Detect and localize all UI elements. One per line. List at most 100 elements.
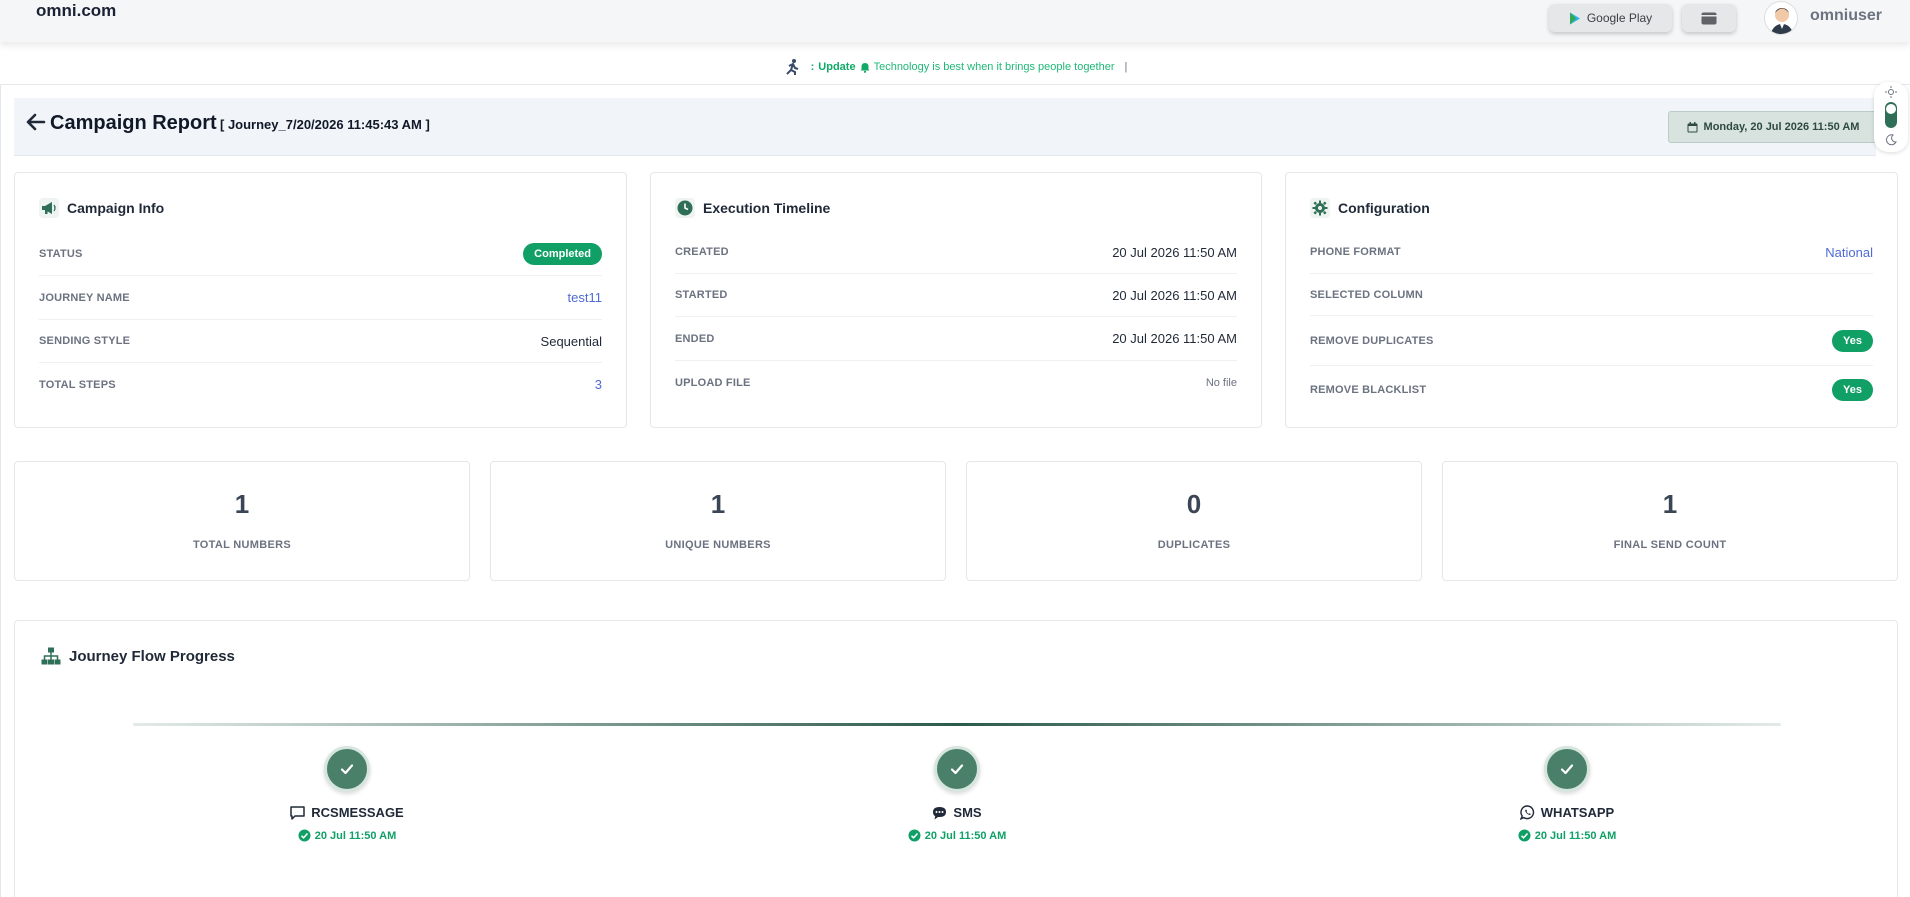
stat-value: 0 xyxy=(1186,489,1202,519)
status-row: STATUS Completed xyxy=(39,233,602,276)
phone-format-row: PHONE FORMAT National xyxy=(1310,231,1873,274)
journey-title: Journey Flow Progress xyxy=(69,647,235,665)
back-arrow-icon[interactable] xyxy=(26,112,46,132)
total-steps-value: 3 xyxy=(594,377,602,392)
ticker-cursor: | xyxy=(1124,61,1128,73)
journey-step-rcsmessage[interactable]: RCSMESSAGE 20 Jul 11:50 AM xyxy=(227,746,467,842)
ticker-message: Technology is best when it brings people… xyxy=(873,61,1115,73)
remove-blacklist-key: REMOVE BLACKLIST xyxy=(1310,384,1427,396)
wallet-button[interactable] xyxy=(1682,4,1736,32)
upload-file-value: No file xyxy=(1205,376,1237,389)
calendar-icon xyxy=(1687,121,1698,132)
step-name: WHATSAPP xyxy=(1540,805,1615,820)
ticker-update-label: Update xyxy=(818,61,856,73)
execution-timeline-card: Execution Timeline CREATED 20 Jul 2026 1… xyxy=(650,172,1262,428)
moon-icon xyxy=(1886,134,1897,146)
started-row: STARTED 20 Jul 2026 11:50 AM xyxy=(675,274,1237,317)
step-time: 20 Jul 11:50 AM xyxy=(1534,829,1617,842)
created-value: 20 Jul 2026 11:50 AM xyxy=(1112,244,1237,260)
page-title: Campaign Report xyxy=(50,112,217,134)
started-key: STARTED xyxy=(675,289,728,301)
ended-key: ENDED xyxy=(675,332,715,345)
ended-row: ENDED 20 Jul 2026 11:50 AM xyxy=(675,317,1237,361)
phone-format-key: PHONE FORMAT xyxy=(1310,246,1401,258)
app-logo[interactable]: omni.com xyxy=(36,1,116,21)
megaphone-icon xyxy=(39,198,59,218)
ended-value: 20 Jul 2026 11:50 AM xyxy=(1112,331,1237,346)
stat-value: 1 xyxy=(234,489,250,519)
created-key: CREATED xyxy=(675,246,729,258)
username[interactable]: omniuser xyxy=(1810,7,1882,25)
selected-column-key: SELECTED COLUMN xyxy=(1310,288,1423,301)
flow-progress-line xyxy=(133,723,1781,726)
remove-blacklist-row: REMOVE BLACKLIST Yes xyxy=(1310,366,1873,414)
check-circle-icon xyxy=(1518,829,1531,842)
remove-duplicates-badge: Yes xyxy=(1832,329,1873,352)
upload-file-row: UPLOAD FILE No file xyxy=(675,361,1237,404)
google-play-icon xyxy=(1569,12,1580,24)
sms-icon xyxy=(933,806,947,819)
stat-total-numbers: 1 TOTAL NUMBERS xyxy=(14,461,470,581)
stat-value: 1 xyxy=(710,489,726,519)
runner-icon xyxy=(785,59,798,75)
theme-toggle-track[interactable] xyxy=(1885,102,1897,128)
bell-icon xyxy=(860,62,870,73)
chat-bubble-icon xyxy=(290,805,306,820)
configuration-card: Configuration PHONE FORMAT National SELE… xyxy=(1285,172,1898,428)
step-check-icon xyxy=(934,746,980,792)
remove-duplicates-row: REMOVE DUPLICATES Yes xyxy=(1310,316,1873,366)
selected-column-row: SELECTED COLUMN xyxy=(1310,274,1873,316)
gear-icon xyxy=(1310,198,1330,218)
step-time: 20 Jul 11:50 AM xyxy=(924,829,1007,842)
journey-flow-card: Journey Flow Progress RCSMESSAGE 20 Jul … xyxy=(14,620,1898,897)
google-play-label: Google Play xyxy=(1586,11,1653,25)
sending-style-row: SENDING STYLE Sequential xyxy=(39,320,602,363)
theme-toggle-knob[interactable] xyxy=(1886,104,1896,114)
step-time: 20 Jul 11:50 AM xyxy=(314,829,397,842)
execution-timeline-title: Execution Timeline xyxy=(703,200,831,216)
created-row: CREATED 20 Jul 2026 11:50 AM xyxy=(675,231,1237,274)
status-badge: Completed xyxy=(523,243,602,265)
total-steps-key: TOTAL STEPS xyxy=(39,378,116,391)
journey-step-whatsapp[interactable]: WHATSAPP 20 Jul 11:50 AM xyxy=(1447,746,1687,842)
check-circle-icon xyxy=(908,829,921,842)
step-check-icon xyxy=(324,746,370,792)
configuration-title: Configuration xyxy=(1338,200,1430,216)
phone-format-value: National xyxy=(1825,244,1873,260)
sitemap-icon xyxy=(41,647,61,665)
stat-final-send-count: 1 FINAL SEND COUNT xyxy=(1442,461,1898,581)
date-chip: Monday, 20 Jul 2026 11:50 AM xyxy=(1668,111,1878,143)
stat-value: 1 xyxy=(1662,489,1678,519)
journey-step-sms[interactable]: SMS 20 Jul 11:50 AM xyxy=(837,746,1077,842)
whatsapp-icon xyxy=(1519,805,1534,820)
journey-name-value[interactable]: test11 xyxy=(568,290,602,305)
sending-style-key: SENDING STYLE xyxy=(39,335,131,347)
top-bar: omni.com Google Play omniuser xyxy=(0,0,1910,42)
theme-toggle[interactable] xyxy=(1874,82,1908,152)
total-steps-row: TOTAL STEPS 3 xyxy=(39,363,602,406)
campaign-info-title: Campaign Info xyxy=(67,200,165,216)
ticker-prefix: : xyxy=(810,61,815,73)
step-check-icon xyxy=(1544,746,1590,792)
stat-label: FINAL SEND COUNT xyxy=(1613,539,1727,551)
stat-label: UNIQUE NUMBERS xyxy=(665,539,771,551)
journey-name-key: JOURNEY NAME xyxy=(39,291,130,304)
update-ticker: : Update Technology is best when it brin… xyxy=(0,56,1910,78)
stat-label: DUPLICATES xyxy=(1157,539,1231,551)
campaign-info-card: Campaign Info STATUS Completed JOURNEY N… xyxy=(14,172,627,428)
clock-icon xyxy=(675,198,695,218)
google-play-button[interactable]: Google Play xyxy=(1549,4,1672,32)
started-value: 20 Jul 2026 11:50 AM xyxy=(1112,287,1237,303)
sun-icon xyxy=(1885,86,1897,98)
sending-style-value: Sequential xyxy=(540,333,602,349)
stat-label: TOTAL NUMBERS xyxy=(192,539,291,551)
step-name: RCSMESSAGE xyxy=(311,805,404,820)
stat-unique-numbers: 1 UNIQUE NUMBERS xyxy=(490,461,946,581)
user-avatar[interactable] xyxy=(1764,1,1798,35)
status-key: STATUS xyxy=(39,248,83,260)
stat-duplicates: 0 DUPLICATES xyxy=(966,461,1422,581)
journey-subtitle: [ Journey_7/20/2026 11:45:43 AM ] xyxy=(220,117,430,132)
wallet-icon xyxy=(1701,12,1717,24)
remove-duplicates-key: REMOVE DUPLICATES xyxy=(1310,334,1434,347)
date-label: Monday, 20 Jul 2026 11:50 AM xyxy=(1703,121,1860,133)
